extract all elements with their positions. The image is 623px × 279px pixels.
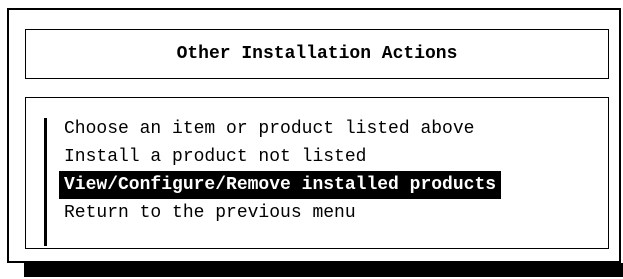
dialog-title: Other Installation Actions [176, 44, 458, 64]
menu-item-view-configure-remove[interactable]: View/Configure/Remove installed products [59, 171, 502, 199]
scroll-indicator [44, 118, 47, 246]
menu-item-label: Return to the previous menu [64, 203, 356, 223]
menu-item-label-selected: View/Configure/Remove installed products [59, 171, 502, 199]
dialog-shadow [24, 263, 623, 277]
menu-item-label: Install a product not listed [64, 147, 367, 167]
title-panel: Other Installation Actions [25, 29, 609, 79]
menu-list: Choose an item or product listed above I… [59, 115, 502, 227]
menu-item-install-not-listed[interactable]: Install a product not listed [59, 143, 501, 171]
menu-item-return-previous[interactable]: Return to the previous menu [59, 199, 501, 227]
menu-item-choose-listed[interactable]: Choose an item or product listed above [59, 115, 501, 143]
menu-item-label: Choose an item or product listed above [64, 119, 475, 139]
